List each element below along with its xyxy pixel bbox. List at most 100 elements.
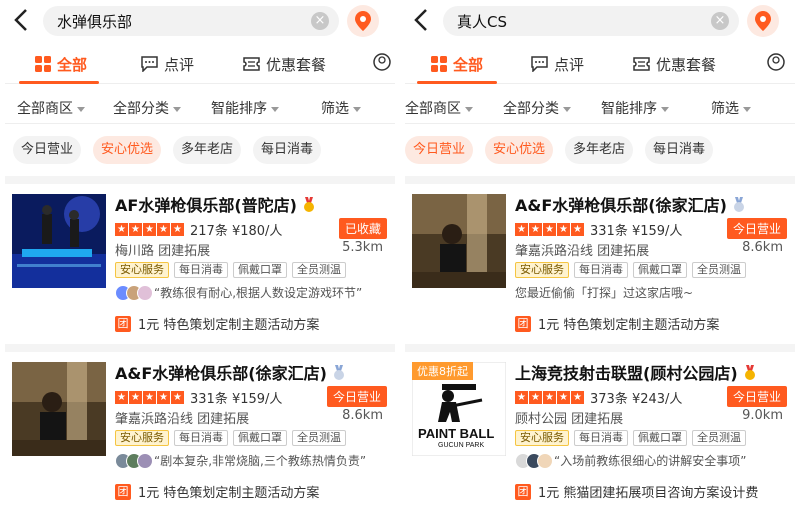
- shop-title[interactable]: A&F水弹枪俱乐部(徐家汇店): [515, 192, 745, 217]
- filter-sort[interactable]: 智能排序: [211, 98, 279, 118]
- filter-district[interactable]: 全部商区: [405, 98, 473, 118]
- shop-title[interactable]: A&F水弹枪俱乐部(徐家汇店): [115, 360, 345, 385]
- chip-daily-disinfect[interactable]: 每日消毒: [645, 136, 714, 164]
- tag: 佩戴口罩: [633, 430, 687, 446]
- shop-name: 上海竞技射击联盟(顾村公园店): [515, 364, 738, 383]
- group-deal-badge: 团: [115, 315, 131, 332]
- star-rating: ★ ★ ★ ★ ★: [115, 223, 185, 236]
- review-text: “教练很有耐心,根据人数设定游戏环节”: [154, 286, 363, 300]
- tab-all[interactable]: 全部: [35, 52, 87, 76]
- tab-all[interactable]: 全部: [431, 52, 483, 76]
- clear-icon[interactable]: ×: [311, 12, 329, 30]
- distance: 8.6km: [742, 240, 783, 255]
- user-icon: [373, 53, 391, 75]
- avatar: [537, 452, 553, 469]
- filter-more[interactable]: 筛选: [711, 98, 751, 118]
- shop-title[interactable]: AF水弹枪俱乐部(普陀店): [115, 192, 315, 217]
- medal-icon: [333, 365, 345, 385]
- review-snippet: “教练很有耐心,根据人数设定游戏环节”: [115, 284, 362, 301]
- tab-reviews[interactable]: 点评: [141, 52, 194, 76]
- back-button[interactable]: [11, 7, 37, 35]
- section-separator: [405, 176, 795, 184]
- medal-icon: [303, 197, 315, 217]
- filter-district[interactable]: 全部商区: [17, 98, 85, 118]
- tab-deals[interactable]: 优惠套餐: [633, 52, 716, 76]
- quick-filter-chips: 今日营业 安心优选 多年老店 每日消毒: [5, 136, 395, 168]
- location-category: 顾村公园 团建拓展: [515, 412, 624, 427]
- distance: 5.3km: [342, 240, 383, 255]
- avatar: [137, 452, 153, 469]
- tab-more[interactable]: [767, 52, 785, 76]
- caret-down-icon: [271, 106, 279, 112]
- tab-bar: 全部 点评 优惠套餐: [405, 44, 795, 84]
- result-card[interactable]: A&F水弹枪俱乐部(徐家汇店) ★ ★ ★ ★ ★ 331条 ¥159/人 今日营业 肇…: [405, 184, 795, 344]
- tab-label: 全部: [453, 55, 484, 74]
- grid-icon: [431, 56, 447, 72]
- chip-old-store[interactable]: 多年老店: [565, 136, 634, 164]
- location-pin-icon: [755, 11, 771, 31]
- search-query: 真人CS: [457, 13, 507, 31]
- caret-down-icon: [563, 106, 571, 112]
- location-category: 梅川路 团建拓展: [115, 244, 211, 259]
- tag: 每日消毒: [174, 430, 228, 446]
- result-card[interactable]: A&F水弹枪俱乐部(徐家汇店) ★ ★ ★ ★ ★ 331条 ¥159/人 今日营业 肇…: [5, 352, 395, 512]
- tab-label: 点评: [554, 55, 585, 74]
- search-input[interactable]: 水弹俱乐部 ×: [43, 6, 339, 36]
- chip-safe-choice[interactable]: 安心优选: [93, 136, 162, 164]
- caret-down-icon: [465, 106, 473, 112]
- chip-open-today[interactable]: 今日营业: [405, 136, 474, 164]
- chip-open-today[interactable]: 今日营业: [13, 136, 82, 164]
- tab-deals[interactable]: 优惠套餐: [243, 52, 326, 76]
- comment-icon: [531, 56, 548, 72]
- tag: 全员测温: [292, 262, 346, 278]
- grid-icon: [35, 56, 51, 72]
- search-result-panel-left: 水弹俱乐部 × 全部 点评 优惠套餐 全部商区 全部分类 智能排序 筛选 今日营: [5, 0, 395, 520]
- group-deal[interactable]: 团 1元 特色策划定制主题活动方案: [515, 314, 719, 333]
- group-deal[interactable]: 团 1元 特色策划定制主题活动方案: [115, 482, 319, 501]
- location-button[interactable]: [747, 5, 779, 37]
- deal-text: 1元 熊猫团建拓展项目咨询方案设计费: [538, 486, 759, 501]
- tab-label: 优惠套餐: [266, 55, 327, 74]
- star-rating: ★ ★ ★ ★ ★: [115, 391, 185, 404]
- review-count-price: 217条 ¥180/人: [190, 224, 283, 239]
- clear-icon[interactable]: ×: [711, 12, 729, 30]
- tab-indicator: [19, 81, 99, 84]
- tag: 每日消毒: [174, 262, 228, 278]
- chip-safe-choice[interactable]: 安心优选: [485, 136, 554, 164]
- filter-category[interactable]: 全部分类: [113, 98, 181, 118]
- shop-title[interactable]: 上海竞技射击联盟(顾村公园店): [515, 360, 756, 385]
- filter-sort[interactable]: 智能排序: [601, 98, 669, 118]
- service-tags: 安心服务 每日消毒 佩戴口罩 全员测温: [515, 430, 751, 446]
- result-card[interactable]: AF水弹枪俱乐部(普陀店) ★ ★ ★ ★ ★ 217条 ¥180/人 已收藏 梅川路 …: [5, 184, 395, 344]
- chip-old-store[interactable]: 多年老店: [173, 136, 242, 164]
- distance: 8.6km: [342, 408, 383, 423]
- back-button[interactable]: [411, 7, 437, 35]
- reviewer-avatars: [115, 452, 153, 469]
- caret-down-icon: [661, 106, 669, 112]
- group-deal-badge: 团: [515, 315, 531, 332]
- chevron-left-icon: [14, 9, 27, 31]
- status-badge: 今日营业: [726, 218, 787, 239]
- filter-label: 筛选: [321, 101, 349, 117]
- star-rating: ★ ★ ★ ★ ★: [515, 223, 585, 236]
- search-row: 真人CS ×: [405, 4, 795, 38]
- location-button[interactable]: [347, 5, 379, 37]
- group-deal[interactable]: 团 1元 熊猫团建拓展项目咨询方案设计费: [515, 482, 758, 501]
- filter-more[interactable]: 筛选: [321, 98, 361, 118]
- rating-row: ★ ★ ★ ★ ★ 331条 ¥159/人: [515, 220, 682, 239]
- image-promo-badge: 优惠8折起: [412, 362, 473, 380]
- group-deal[interactable]: 团 1元 特色策划定制主题活动方案: [115, 314, 319, 333]
- tab-reviews[interactable]: 点评: [531, 52, 584, 76]
- section-separator: [405, 344, 795, 352]
- filter-category[interactable]: 全部分类: [503, 98, 571, 118]
- tab-more[interactable]: [373, 52, 391, 76]
- result-card[interactable]: 优惠8折起 PAINT BALL GUCUN PARK 上海竞技射击联盟(顾村公…: [405, 352, 795, 512]
- section-separator: [5, 344, 395, 352]
- shop-name: AF水弹枪俱乐部(普陀店): [115, 196, 297, 215]
- caret-down-icon: [173, 106, 181, 112]
- tab-label: 优惠套餐: [656, 55, 717, 74]
- search-input[interactable]: 真人CS ×: [443, 6, 739, 36]
- search-row: 水弹俱乐部 ×: [5, 4, 395, 38]
- caret-down-icon: [743, 106, 751, 112]
- chip-daily-disinfect[interactable]: 每日消毒: [253, 136, 322, 164]
